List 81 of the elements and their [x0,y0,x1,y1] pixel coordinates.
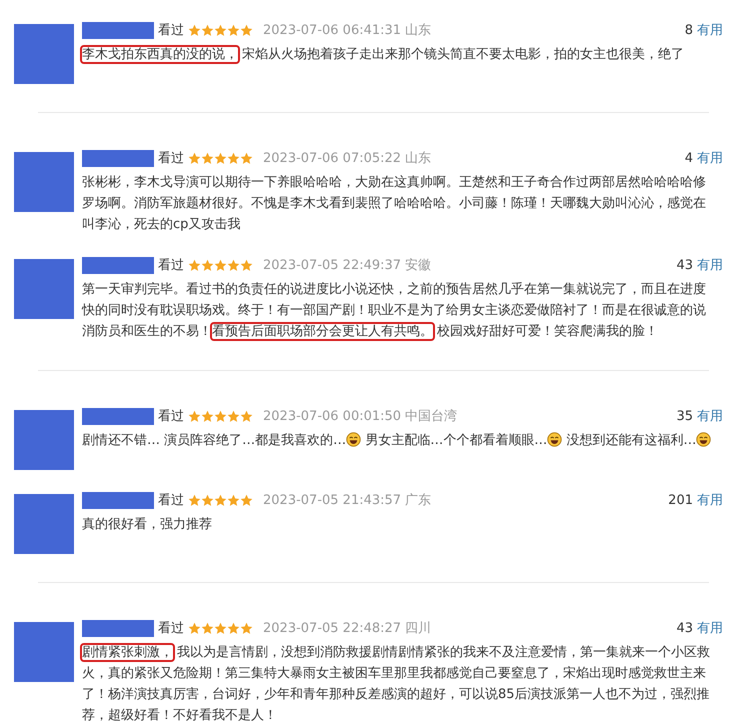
star-icon [240,622,253,634]
review-text: 第一天审判完毕。看过书的负责任的说进度比小说还快，之前的预告居然几乎在第一集就说完了，而且在进度快的同时没有耽误职场戏。终于！有一部国产剧！职业不是为了给男女主谈恋爱做陪衬了！而是在很诚意的说消防员和医生的不易！看预告后面职场部分会更让人有共鸣。 校园戏好甜好可爱！笑容爬满我的脸！ [82,281,707,341]
star-icon [240,410,253,422]
star-icon [227,622,240,634]
useful-count: 201 [668,492,693,508]
star-icon [240,258,253,272]
review-text: 李木戈拍东西真的没的说， 宋焰从火场抱着孩子走出来那个镜头简直不要太电影，拍的女主也很美，绝了 [82,46,685,64]
star-icon [240,152,253,164]
star-icon [188,622,201,634]
review-text: 剧情紧张刺激， 我以为是言情剧，没想到消防救援剧情剧情紧张的我来不及注意爱情，第一集就来一个小区救火，真的紧张又危险期！第三集特大暴雨女主被困车里那里我都感觉自己要窒息了，宋焰出现时感觉救世主来了！杨洋演技真厉害，台词好，少年和青年那种反差感演的超好，可以说85后演技派第一人也不为过，强烈推荐，超级好看！不好看我不是人！ [82,644,711,725]
star-icon [214,24,227,36]
star-icon [227,258,240,272]
redacted-username [82,22,154,38]
useful-count: 4 [684,150,693,166]
review-location: 广东 [405,492,432,509]
review-time: 2023-07-05 21:43:57 [263,492,402,508]
watched-label: 看过 [158,257,184,274]
star-icon [240,494,253,506]
star-icon [214,258,227,272]
review-text: 张彬彬，李木戈导演可以期待一下养眼哈哈哈，大勋在这真帅啊。王楚然和王子奇合作过两部居然哈哈哈哈修罗场啊。消防军旅题材很好。不愧是李木戈看到裴照了哈哈哈哈。小司藤！陈瑾！天哪魏大勋叫沁沁，感觉在叫李沁，死去的cp又攻击我 [82,174,707,234]
avatar [14,494,74,554]
review-location: 安徽 [405,257,432,274]
watched-label: 看过 [158,150,184,167]
review-text: 剧情还不错… 演员阵容绝了…都是我喜欢的… 男女主配临…个个都看着顺眼… 没想到还能有这福利… [82,430,723,451]
watched-label: 看过 [158,492,184,509]
review-location: 四川 [405,620,432,637]
redacted-username [82,150,154,166]
star-icon [227,494,240,506]
review-location: 山东 [405,22,432,39]
useful-count: 43 [676,620,693,636]
star-icon [214,494,227,506]
star-icon [188,410,201,422]
star-icon [188,152,201,164]
avatar [14,24,74,84]
laughing-emoji-icon [346,432,362,447]
review-time: 2023-07-06 07:05:22 [263,150,402,166]
useful-count: 35 [676,408,693,424]
useful-link[interactable]: 有用 [697,149,723,167]
review-location: 山东 [405,150,432,167]
star-icon [227,152,240,164]
laughing-emoji-icon [696,432,712,447]
star-icon [188,24,201,36]
useful-link[interactable]: 有用 [697,619,723,637]
useful-link[interactable]: 有用 [697,491,723,509]
star-icon [214,622,227,634]
watched-label: 看过 [158,22,184,39]
star-icon [201,258,214,272]
redacted-username [82,256,154,274]
star-icon [214,410,227,422]
star-icon [201,494,214,506]
watched-label: 看过 [158,408,184,425]
useful-link[interactable]: 有用 [697,21,723,39]
redacted-username [82,620,154,636]
useful-count: 8 [684,22,693,38]
avatar [14,622,74,682]
star-icon [201,152,214,164]
star-icon [201,24,214,36]
review-time: 2023-07-06 06:41:31 [263,22,402,38]
useful-link[interactable]: 有用 [697,407,723,425]
star-icon [201,410,214,422]
star-icon [214,152,227,164]
redacted-username [82,492,154,508]
star-icon [188,258,201,272]
avatar [14,259,74,319]
review-time: 2023-07-05 22:48:27 [263,620,402,636]
star-icon [188,494,201,506]
watched-label: 看过 [158,620,184,637]
star-icon [240,24,253,36]
review-location: 中国台湾 [405,408,458,425]
avatar [14,152,74,212]
avatar [14,410,74,470]
laughing-emoji-icon [547,432,562,447]
review-text: 真的很好看，强力推荐 [82,516,213,534]
useful-count: 43 [676,258,693,272]
useful-link[interactable]: 有用 [697,256,723,274]
star-icon [201,622,214,634]
review-time: 2023-07-06 00:01:50 [263,408,402,424]
redacted-username [82,408,154,424]
review-time: 2023-07-05 22:49:37 [263,258,402,272]
star-icon [227,24,240,36]
star-icon [227,410,240,422]
